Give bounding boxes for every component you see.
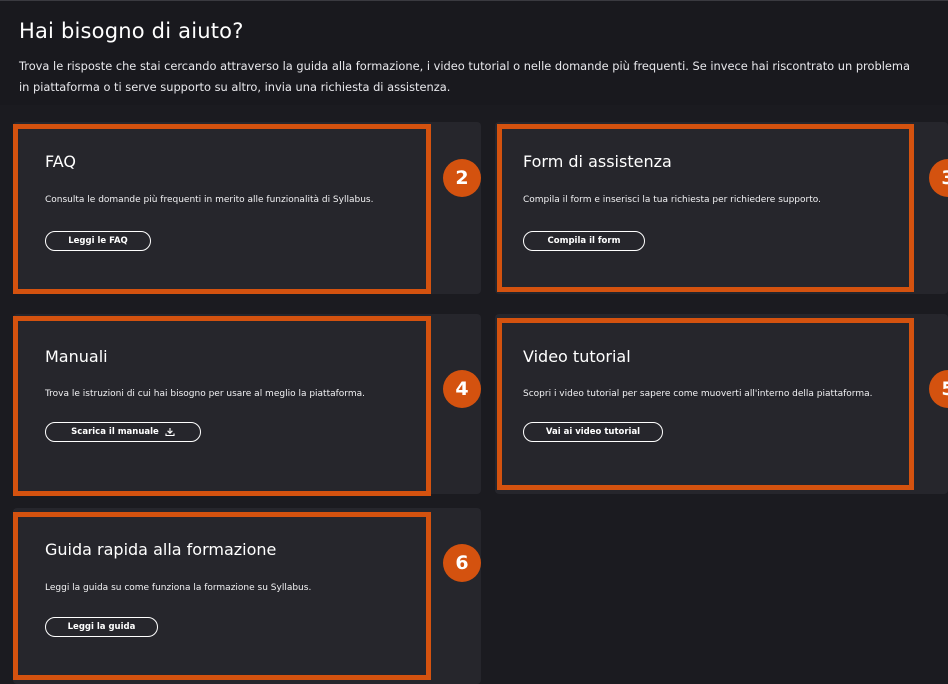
help-header: Hai bisogno di aiuto? Trova le risposte … xyxy=(0,0,948,105)
manuali-button[interactable]: Scarica il manuale xyxy=(45,422,201,442)
faq-card xyxy=(13,122,481,294)
guida-badge: 6 xyxy=(443,544,481,582)
page-title: Hai bisogno di aiuto? xyxy=(19,19,244,43)
video-button[interactable]: Vai ai video tutorial xyxy=(523,422,663,442)
form-button-label: Compila il form xyxy=(547,236,621,246)
faq-button[interactable]: Leggi le FAQ xyxy=(45,231,151,251)
video-button-label: Vai ai video tutorial xyxy=(545,427,641,437)
faq-title: FAQ xyxy=(45,152,76,171)
download-icon xyxy=(165,428,175,437)
manuali-badge: 4 xyxy=(443,370,481,408)
guida-card xyxy=(13,508,481,684)
manuali-button-label: Scarica il manuale xyxy=(71,427,159,437)
faq-desc: Consulta le domande più frequenti in mer… xyxy=(45,195,374,205)
manuali-title: Manuali xyxy=(45,347,108,366)
video-title: Video tutorial xyxy=(523,347,631,366)
form-desc: Compila il form e inserisci la tua richi… xyxy=(523,195,821,205)
video-desc: Scopri i video tutorial per sapere come … xyxy=(523,389,873,399)
form-card xyxy=(495,122,948,294)
faq-badge: 2 xyxy=(443,159,481,197)
manuali-card xyxy=(13,314,481,494)
manuali-desc: Trova le istruzioni di cui hai bisogno p… xyxy=(45,389,365,399)
help-page: Hai bisogno di aiuto? Trova le risposte … xyxy=(0,0,948,684)
video-card xyxy=(495,314,948,494)
guida-desc: Leggi la guida su come funziona la forma… xyxy=(45,583,312,593)
guida-button[interactable]: Leggi la guida xyxy=(45,617,158,637)
form-title: Form di assistenza xyxy=(523,152,672,171)
faq-button-label: Leggi le FAQ xyxy=(68,236,128,246)
guida-title: Guida rapida alla formazione xyxy=(45,540,277,559)
guida-button-label: Leggi la guida xyxy=(67,622,136,632)
form-button[interactable]: Compila il form xyxy=(523,231,645,251)
page-subtitle: Trova le risposte che stai cercando attr… xyxy=(19,59,910,94)
